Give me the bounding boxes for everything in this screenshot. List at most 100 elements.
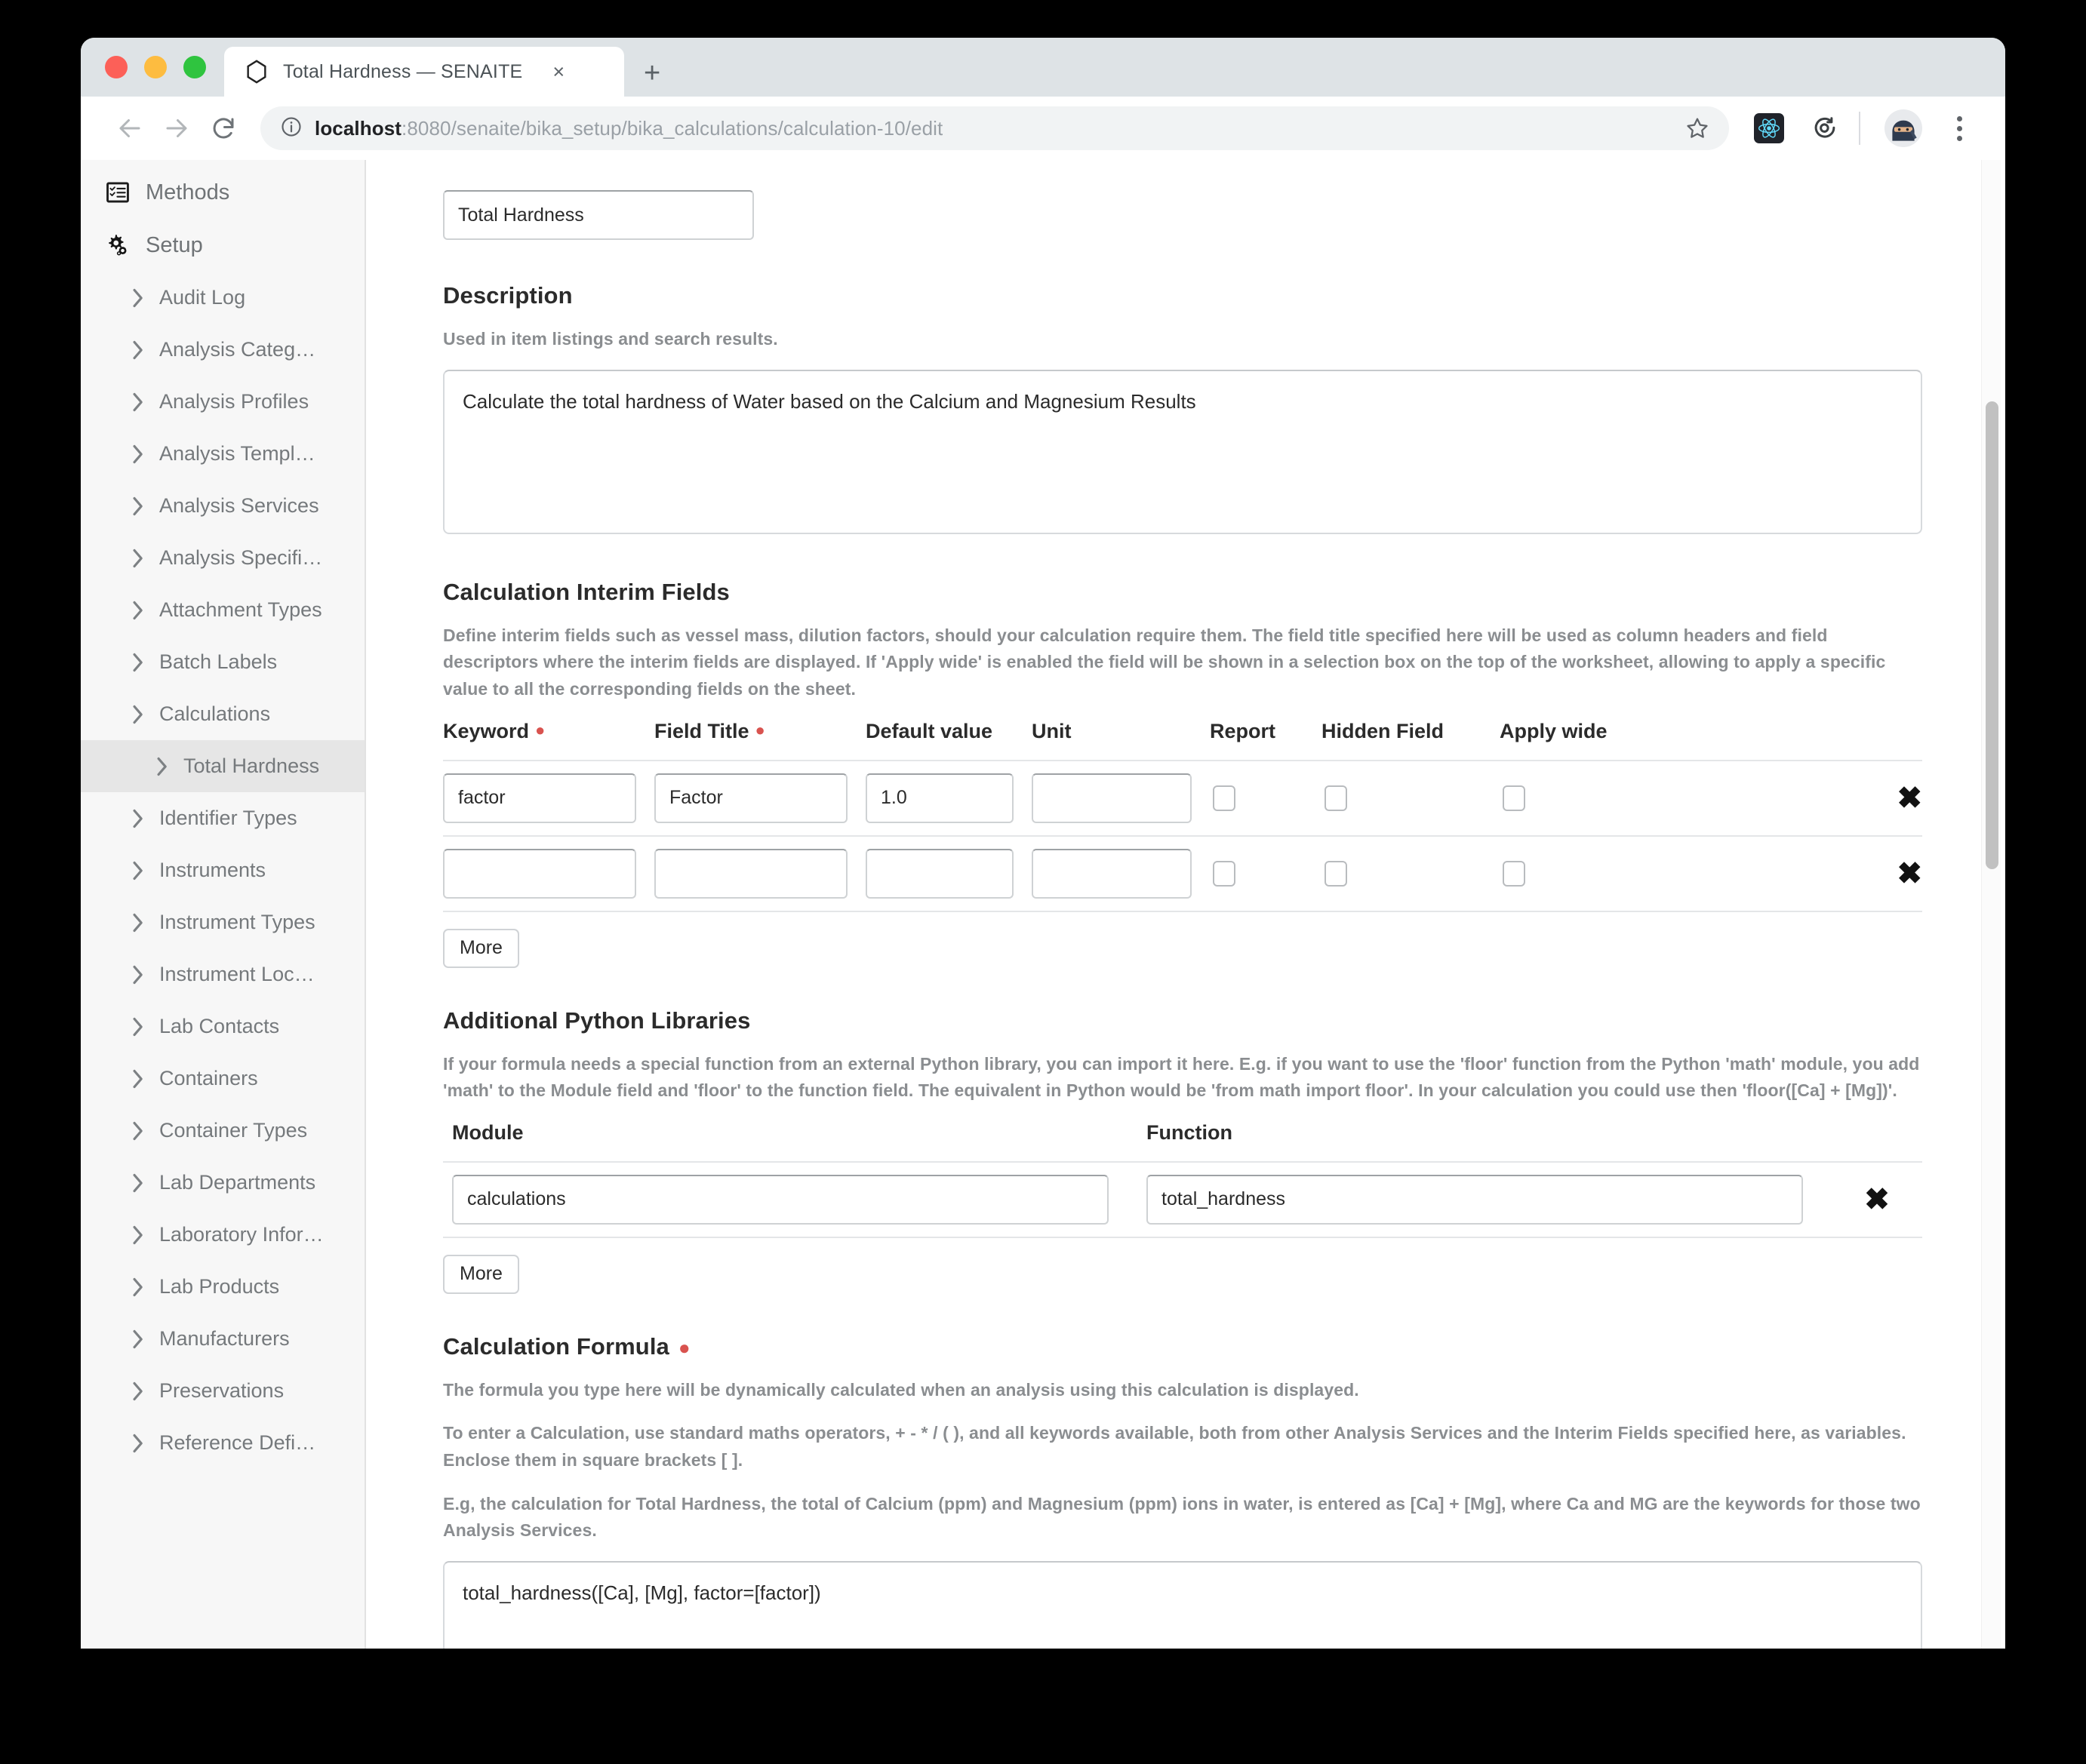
python-libraries-header-row: Module Function [443,1120,1922,1163]
sidebar-item-label: Identifier Types [159,807,297,829]
back-arrow-icon[interactable] [106,105,153,152]
url-host: localhost [315,116,402,140]
close-window-button[interactable] [105,56,128,78]
minimize-window-button[interactable] [144,56,167,78]
field-title-input[interactable] [654,848,848,899]
cell-field-title [654,835,866,912]
sidebar-item-container-types[interactable]: Container Types [81,1105,365,1157]
calculation-title-input[interactable] [443,190,754,240]
react-extension-icon[interactable] [1746,105,1792,152]
sidebar-item-lab-products[interactable]: Lab Products [81,1261,365,1313]
chevron-right-icon [131,652,146,673]
sidebar-item-manufacturers[interactable]: Manufacturers [81,1313,365,1365]
sidebar-item-label: Reference Defi… [159,1431,316,1454]
keyword-input[interactable] [443,848,636,899]
scrollbar-thumb[interactable] [1986,401,1998,869]
cell-apply-wide [1500,760,1675,837]
delete-row-icon[interactable]: ✖ [1864,1185,1890,1215]
unit-input[interactable] [1032,848,1192,899]
sidebar-item-lab-departments[interactable]: Lab Departments [81,1157,365,1209]
sidebar-item-preservations[interactable]: Preservations [81,1365,365,1417]
unit-input[interactable] [1032,773,1192,823]
sidebar-item-analysis-categ[interactable]: Analysis Categ… [81,324,365,376]
chevron-right-icon [131,1172,146,1194]
sidebar-item-analysis-templ[interactable]: Analysis Templ… [81,428,365,480]
sidebar-item-total-hardness[interactable]: Total Hardness [81,740,365,792]
sidebar-item-attachment-types[interactable]: Attachment Types [81,584,365,636]
delete-row-icon[interactable]: ✖ [1897,783,1922,813]
new-tab-button[interactable]: + [644,59,660,88]
formula-textarea[interactable] [443,1561,1922,1649]
sidebar-item-label: Calculations [159,702,271,725]
sidebar-item-laboratory-infor[interactable]: Laboratory Infor… [81,1209,365,1261]
chevron-right-icon [131,496,146,517]
cell-hidden-field [1321,760,1500,837]
chevron-right-icon [131,444,146,465]
python-libraries-more-button[interactable]: More [443,1254,519,1294]
field-title-input[interactable] [654,773,848,823]
formula-help-2: To enter a Calculation, use standard mat… [443,1423,1906,1471]
sidebar-item-setup[interactable]: Setup [81,219,365,272]
sidebar-item-analysis-profiles[interactable]: Analysis Profiles [81,376,365,428]
sidebar-item-calculations[interactable]: Calculations [81,688,365,740]
forward-arrow-icon[interactable] [153,105,200,152]
python-libraries-heading: Additional Python Libraries [443,1006,751,1034]
sidebar-item-label: Preservations [159,1379,285,1402]
hidden-field-checkbox[interactable] [1325,860,1347,887]
sidebar-item-reference-defi[interactable]: Reference Defi… [81,1417,365,1469]
required-marker: ● [678,1335,691,1359]
avatar[interactable] [1880,105,1927,152]
cell-keyword [443,835,654,912]
sidebar-item-containers[interactable]: Containers [81,1053,365,1105]
sidebar-item-label: Setup [146,232,203,257]
sidebar-item-label: Container Types [159,1119,308,1142]
sidebar-item-instrument-types[interactable]: Instrument Types [81,896,365,948]
column-header-field-title: Field Title ● [654,719,866,761]
sidebar-item-instrument-loc[interactable]: Instrument Loc… [81,948,365,1000]
default-value-input[interactable] [866,773,1014,823]
sidebar-item-methods[interactable]: Methods [81,166,365,219]
content-scrollbar[interactable] [1981,160,2001,1649]
module-input[interactable] [452,1174,1109,1225]
cell-actions: ✖ [1675,835,1922,912]
keyword-input[interactable] [443,773,636,823]
formula-heading-label: Calculation Formula [443,1332,669,1360]
close-icon[interactable]: × [552,61,565,82]
sidebar-item-label: Analysis Categ… [159,338,316,361]
chevron-right-icon [131,340,146,361]
column-header-actions [1832,1120,1922,1163]
cell-default-value [866,835,1032,912]
bookmark-star-icon[interactable] [1678,109,1717,148]
column-header-module: Module [443,1120,1137,1163]
description-textarea[interactable] [443,369,1922,534]
hidden-field-checkbox[interactable] [1325,785,1347,811]
sidebar-item-analysis-services[interactable]: Analysis Services [81,480,365,532]
apply-wide-checkbox[interactable] [1503,785,1525,811]
interim-more-button[interactable]: More [443,928,519,968]
browser-tab[interactable]: Total Hardness — SENAITE × [224,47,624,97]
chevron-right-icon [131,1120,146,1142]
delete-row-icon[interactable]: ✖ [1897,859,1922,889]
sidebar-item-label: Methods [146,180,230,204]
window-traffic-lights [81,38,224,97]
sidebar-item-label: Attachment Types [159,598,322,621]
function-input[interactable] [1146,1174,1803,1225]
table-row: ✖ [443,835,1922,912]
reload-icon[interactable] [200,105,247,152]
sidebar-item-lab-contacts[interactable]: Lab Contacts [81,1000,365,1053]
sidebar-item-batch-labels[interactable]: Batch Labels [81,636,365,688]
sidebar-item-instruments[interactable]: Instruments [81,844,365,896]
address-bar[interactable]: localhost:8080/senaite/bika_setup/bika_c… [260,106,1729,150]
default-value-input[interactable] [866,848,1014,899]
reload-history-extension-icon[interactable] [1801,105,1848,152]
info-circle-icon[interactable] [280,115,303,142]
sidebar-item-analysis-specifi[interactable]: Analysis Specifi… [81,532,365,584]
sidebar-item-identifier-types[interactable]: Identifier Types [81,792,365,844]
apply-wide-checkbox[interactable] [1503,860,1525,887]
sidebar-item-audit-log[interactable]: Audit Log [81,272,365,324]
description-help: Used in item listings and search results… [443,329,778,349]
three-dot-menu-icon[interactable] [1936,105,1983,152]
report-checkbox[interactable] [1213,785,1235,811]
report-checkbox[interactable] [1213,860,1235,887]
maximize-window-button[interactable] [183,56,206,78]
